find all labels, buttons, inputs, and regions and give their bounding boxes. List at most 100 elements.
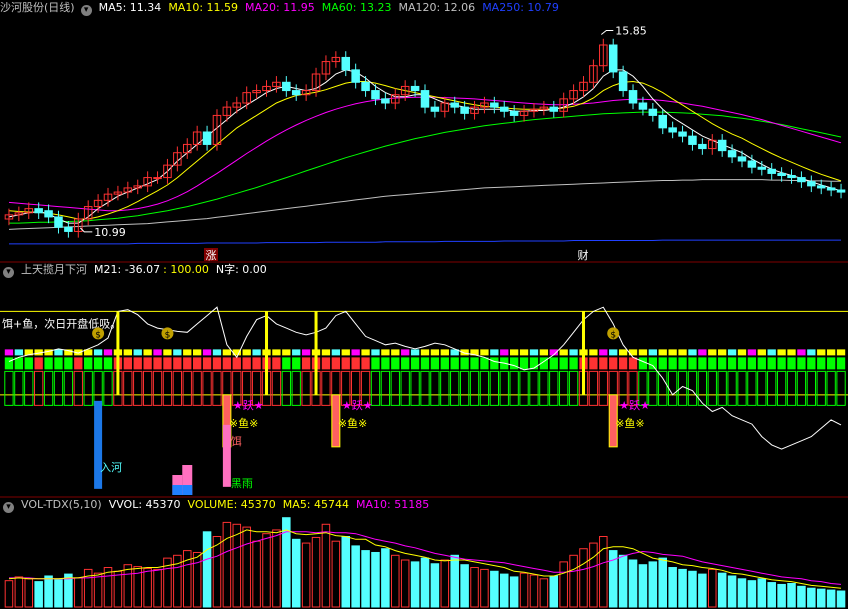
signal-bar [173, 357, 182, 370]
signal-box [4, 370, 14, 406]
signal-box [73, 370, 83, 406]
signal-box [737, 370, 747, 406]
volume-panel-header: ▾ VOL-TDX(5,10) VVOL: 45370 VOLUME: 45370 MA… [0, 497, 436, 513]
volume-bar [311, 536, 321, 608]
signal-cap [817, 349, 826, 356]
signal-bar [292, 357, 301, 370]
signal-bar [767, 357, 776, 370]
candle-body [638, 102, 648, 110]
volume-bar [529, 574, 539, 608]
signal-bar [84, 357, 93, 370]
signal-bar [4, 357, 14, 370]
volume-bar [113, 570, 123, 608]
candle-body [291, 90, 301, 96]
signal-box [192, 370, 202, 406]
signal-cap [153, 349, 162, 356]
signal-box [747, 370, 757, 406]
signal-box [14, 370, 24, 406]
volume-bar [747, 580, 757, 608]
signal-cap [727, 349, 737, 356]
signal-box [549, 370, 559, 406]
candle-body [618, 71, 628, 92]
volume-bar [539, 578, 549, 608]
signal-box [400, 370, 410, 406]
signal-bar [559, 357, 568, 370]
ma60-label: MA60: 13.23 [321, 1, 392, 14]
signal-box [162, 370, 173, 406]
signal-cap [718, 349, 727, 356]
signal-cap [163, 349, 172, 356]
signal-cap [836, 349, 846, 356]
volume-bar [836, 590, 846, 608]
settings-icon[interactable]: ▾ [3, 267, 14, 278]
candle-body [658, 114, 668, 129]
stock-chart[interactable]: 15.85 10.99 涨 财 ★跃★ ※鱼※ 饵黑雨 ★跃★ ※鱼※ ★跃★ ※鱼※ 入河 饵+鱼，次… [0, 0, 848, 609]
vol-title: VOL-TDX(5,10) [21, 498, 102, 511]
signal-bar [222, 357, 232, 370]
money-bag-symbol: $ [610, 330, 616, 340]
ma10-label: MA10: 11.59 [168, 1, 239, 14]
ma60-line [9, 111, 842, 224]
volume-bar [698, 573, 707, 608]
main-panel-header: 沙河股份(日线) ▾ MA5: 11.34 MA10: 11.59 MA20: 11.9… [0, 0, 566, 16]
volume-bar [797, 585, 806, 608]
signal-cap [787, 349, 796, 356]
signal-box [291, 370, 301, 406]
stock-title: 沙河股份(日线) [0, 1, 75, 14]
signal-cap [490, 349, 499, 356]
volume-bar [222, 521, 232, 608]
signal-bar [430, 357, 440, 370]
signal-bar [74, 357, 83, 370]
volume-bar [391, 554, 400, 608]
settings-icon[interactable]: ▾ [80, 5, 92, 16]
volume-bar [202, 531, 212, 608]
settings-icon[interactable]: ▾ [3, 502, 14, 513]
signal-cap [321, 349, 331, 356]
volume-bar [688, 570, 697, 608]
ma5-label: MA5: 11.34 [98, 1, 162, 14]
candle-body [430, 106, 440, 112]
volume-bar [807, 587, 816, 608]
signal-box [390, 370, 400, 406]
signal-box [24, 370, 34, 406]
jump-tag: ★跃★ [342, 398, 373, 412]
bait-tag: 饵 [231, 435, 242, 448]
signal-box [529, 370, 539, 406]
signal-bar [708, 357, 717, 370]
signal-cap [361, 349, 370, 356]
volume-bar [331, 540, 341, 608]
signal-bar [807, 357, 816, 370]
signal-cap [440, 349, 449, 356]
volume-bar [420, 557, 430, 608]
signal-cap [123, 349, 132, 356]
signal-bar [470, 357, 479, 370]
signal-cap [183, 349, 192, 356]
signal-box [697, 370, 708, 406]
signal-bar [103, 357, 113, 370]
rain-tag: 黑雨 [231, 477, 253, 490]
volume-bar [589, 542, 598, 608]
signal-box [836, 370, 846, 406]
signal-bar [787, 357, 796, 370]
signal-cap [747, 349, 757, 356]
signal-box [826, 370, 836, 406]
volume-bar [371, 551, 380, 608]
strategy-note: 饵+鱼，次日开盘低吸。 [2, 316, 121, 330]
signal-cap [559, 349, 568, 356]
signal-box [212, 370, 222, 406]
volume-bar [361, 550, 370, 608]
volume-bar [777, 583, 786, 608]
candle-body [450, 102, 459, 108]
signal-bar [490, 357, 499, 370]
signal-bar [242, 357, 251, 370]
volume-bar [351, 545, 360, 608]
candle-body [371, 90, 380, 100]
signal-bar [757, 357, 766, 370]
signal-box [469, 370, 480, 406]
volume-bar [24, 578, 34, 608]
candle-body [816, 185, 826, 189]
volume-bar [470, 567, 479, 608]
candle-body [44, 210, 53, 218]
signal-box [707, 370, 717, 406]
signal-bar [252, 357, 261, 370]
